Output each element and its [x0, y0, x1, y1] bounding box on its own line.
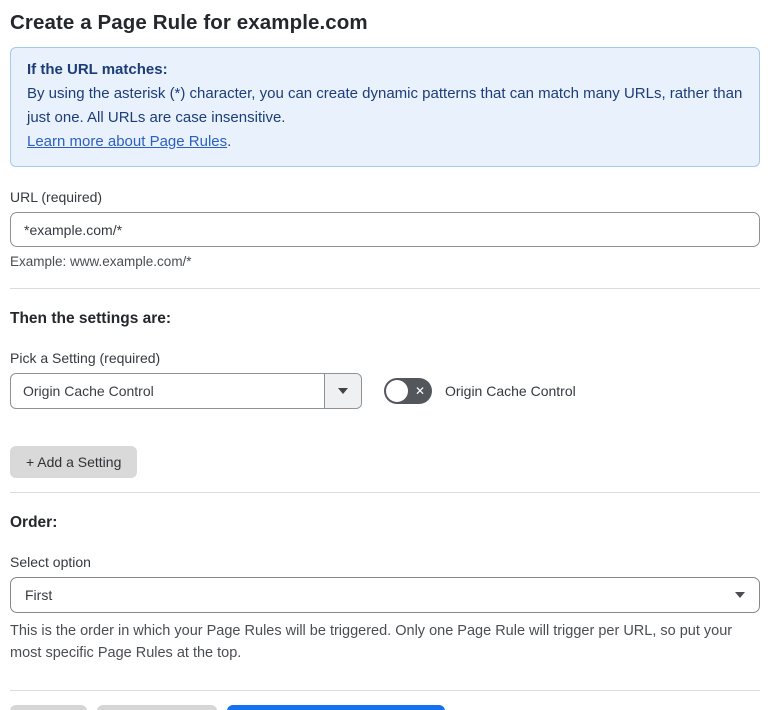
- order-select[interactable]: First: [10, 577, 760, 613]
- toggle-knob: [386, 380, 408, 402]
- save-and-deploy-button[interactable]: Save and Deploy Page Rule: [226, 705, 446, 710]
- setting-row: Origin Cache Control ✕ Origin Cache Cont…: [10, 373, 760, 409]
- learn-more-link[interactable]: Learn more about Page Rules: [27, 133, 227, 150]
- order-select-label: Select option: [10, 554, 91, 570]
- divider: [10, 288, 760, 289]
- url-match-info-box: If the URL matches: By using the asteris…: [10, 47, 760, 167]
- setting-select-arrow-button[interactable]: [324, 374, 361, 408]
- footer-actions: Cancel Save as Draft Save and Deploy Pag…: [10, 705, 760, 710]
- pick-setting-label: Pick a Setting (required): [10, 350, 161, 366]
- page-rule-form: Create a Page Rule for example.com If th…: [0, 0, 770, 710]
- setting-select-value: Origin Cache Control: [23, 383, 154, 399]
- toggle-off-x-icon: ✕: [414, 384, 425, 398]
- info-box-heading: If the URL matches:: [27, 61, 168, 78]
- save-as-draft-button[interactable]: Save as Draft: [97, 705, 217, 710]
- info-box-link-line: Learn more about Page Rules.: [27, 130, 743, 154]
- order-helper-text: This is the order in which your Page Rul…: [10, 623, 733, 661]
- origin-cache-control-toggle[interactable]: ✕: [384, 378, 432, 404]
- chevron-down-icon: [735, 592, 745, 598]
- info-box-body: By using the asterisk (*) character, you…: [27, 85, 743, 126]
- order-select-value: First: [25, 587, 53, 603]
- toggle-label: Origin Cache Control: [445, 383, 576, 399]
- cancel-button[interactable]: Cancel: [10, 705, 88, 710]
- settings-section-heading: Then the settings are:: [10, 310, 172, 327]
- setting-select[interactable]: Origin Cache Control: [10, 373, 362, 409]
- chevron-down-icon: [338, 388, 348, 394]
- order-section-heading: Order:: [10, 514, 58, 531]
- divider: [10, 690, 760, 691]
- url-input[interactable]: [10, 212, 760, 247]
- link-suffix: .: [227, 133, 232, 150]
- divider: [10, 492, 760, 493]
- page-title: Create a Page Rule for example.com: [10, 11, 368, 34]
- add-setting-button[interactable]: + Add a Setting: [10, 446, 138, 478]
- url-example-text: Example: www.example.com/*: [10, 254, 192, 269]
- url-label: URL (required): [10, 189, 103, 205]
